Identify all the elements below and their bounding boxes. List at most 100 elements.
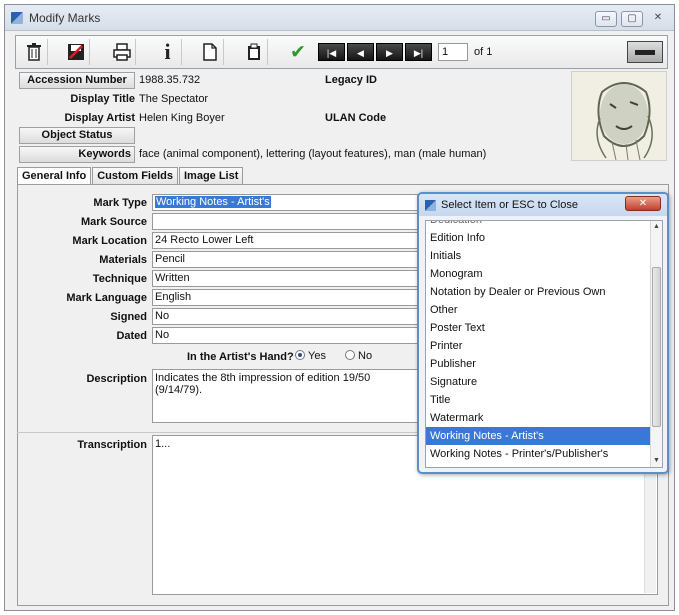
signed-field[interactable]: No [152,308,418,325]
next-icon: ▶ [386,48,393,58]
modify-marks-window: Modify Marks ▭ ▢ ✕ i ✔ |◀ ◀ ▶ ▶| 1 of 1 [4,4,675,611]
popup-close-button[interactable]: ✕ [625,196,661,211]
mark-type-value: Working Notes - Artist's [155,196,271,208]
tab-image-list[interactable]: Image List [178,167,244,185]
record-navigator: |◀ ◀ ▶ ▶| [318,43,434,61]
list-item[interactable]: Working Notes - Printer's/Publisher's [426,445,651,463]
scroll-down-icon[interactable]: ▼ [653,457,660,464]
select-item-popup: Select Item or ESC to Close ✕ Dedication… [417,192,669,474]
mark-type-list: Dedication Edition Info Initials Monogra… [425,220,663,468]
maximize-button[interactable]: ▢ [621,11,643,27]
list-item[interactable]: Notation by Dealer or Previous Own [426,283,651,301]
no-radio[interactable]: No [345,350,372,362]
tab-strip: General Info Custom Fields Image List [17,167,244,185]
list-item[interactable]: Printer [426,337,651,355]
last-record-button[interactable]: ▶| [405,43,432,61]
accept-button[interactable]: ✔ [284,39,312,65]
popup-scroll-thumb[interactable] [652,267,661,427]
new-document-button[interactable] [196,39,224,65]
window-title: Modify Marks [29,11,101,25]
mark-language-field[interactable]: English [152,289,418,306]
transcription-value: 1... [155,438,171,450]
info-icon: i [164,39,171,64]
list-item[interactable]: Monogram [426,265,651,283]
list-item[interactable]: Edition Info [426,229,651,247]
page-count: of 1 [474,46,493,58]
accession-number-button[interactable]: Accession Number [19,72,135,89]
next-record-button[interactable]: ▶ [376,43,403,61]
dated-label: Dated [116,330,147,342]
yes-radio-indicator [295,350,305,360]
last-icon: ▶| [413,48,424,58]
artwork-thumbnail [571,71,667,161]
mark-type-field[interactable]: Working Notes - Artist's [152,194,418,211]
mark-location-label: Mark Location [72,235,147,247]
yes-radio[interactable]: Yes [295,350,326,362]
list-item[interactable]: Dedication [426,221,651,229]
list-item[interactable]: Poster Text [426,319,651,337]
previous-icon: ◀ [357,48,364,58]
title-bar: Modify Marks ▭ ▢ ✕ [5,5,674,31]
ulan-code-label: ULAN Code [325,112,387,124]
display-title-label: Display Title [70,93,135,105]
object-status-button[interactable]: Object Status [19,127,135,144]
dated-field[interactable]: No [152,327,418,344]
list-item[interactable]: Other [426,301,651,319]
app-icon [11,12,23,24]
accession-number-value: 1988.35.732 [139,74,201,86]
delete-button[interactable] [20,39,48,65]
mark-source-field[interactable] [152,213,418,230]
display-artist-label: Display Artist [64,112,135,124]
no-label: No [358,350,373,362]
popup-app-icon [425,200,436,211]
artists-hand-label: In the Artist's Hand? [187,351,294,363]
minimize-button[interactable]: ▭ [595,11,617,27]
keywords-button[interactable]: Keywords [19,146,135,163]
list-item[interactable]: Title [426,391,651,409]
page-number-input[interactable]: 1 [438,43,468,61]
materials-field[interactable]: Pencil [152,251,418,268]
description-label: Description [86,373,147,385]
printer-icon [112,43,131,61]
toolbar: i ✔ |◀ ◀ ▶ ▶| 1 of 1 [15,35,668,69]
mark-location-field[interactable]: 24 Recto Lower Left [152,232,418,249]
trash-icon [26,43,41,61]
technique-label: Technique [92,273,147,285]
scroll-up-icon[interactable]: ▲ [653,223,660,230]
checkmark-icon: ✔ [290,41,306,63]
info-button[interactable]: i [154,39,182,65]
document-icon [202,43,217,61]
technique-field[interactable]: Written [152,270,418,287]
previous-record-button[interactable]: ◀ [347,43,374,61]
list-item[interactable]: Signature [426,373,651,391]
materials-label: Materials [99,254,147,266]
save-button[interactable] [62,39,90,65]
list-item[interactable]: Watermark [426,409,651,427]
first-record-button[interactable]: |◀ [318,43,345,61]
yes-label: Yes [308,350,326,362]
list-item[interactable]: Publisher [426,355,651,373]
tab-general-info[interactable]: General Info [17,167,92,185]
list-item[interactable]: Initials [426,247,651,265]
disk-icon [67,44,84,60]
tab-custom-fields[interactable]: Custom Fields [92,167,178,185]
no-radio-indicator [345,350,355,360]
print-button[interactable] [108,39,136,65]
popup-title: Select Item or ESC to Close [441,199,578,211]
clipboard-button[interactable] [240,39,268,65]
keyboard-button[interactable] [627,41,663,63]
mark-source-label: Mark Source [80,216,147,228]
clipboard-icon [247,43,260,60]
mark-type-label: Mark Type [93,197,147,209]
display-title-value: The Spectator [139,93,209,105]
description-field[interactable]: Indicates the 8th impression of edition … [152,369,418,423]
keywords-value: face (animal component), lettering (layo… [139,148,487,160]
popup-scrollbar[interactable]: ▲ ▼ [650,221,662,467]
first-icon: |◀ [326,48,337,58]
close-button[interactable]: ✕ [647,11,669,27]
mark-language-label: Mark Language [66,292,147,304]
signed-label: Signed [110,311,147,323]
popup-title-bar: Select Item or ESC to Close ✕ [419,194,667,216]
legacy-id-label: Legacy ID [325,74,377,86]
list-item-selected[interactable]: Working Notes - Artist's [426,427,651,445]
